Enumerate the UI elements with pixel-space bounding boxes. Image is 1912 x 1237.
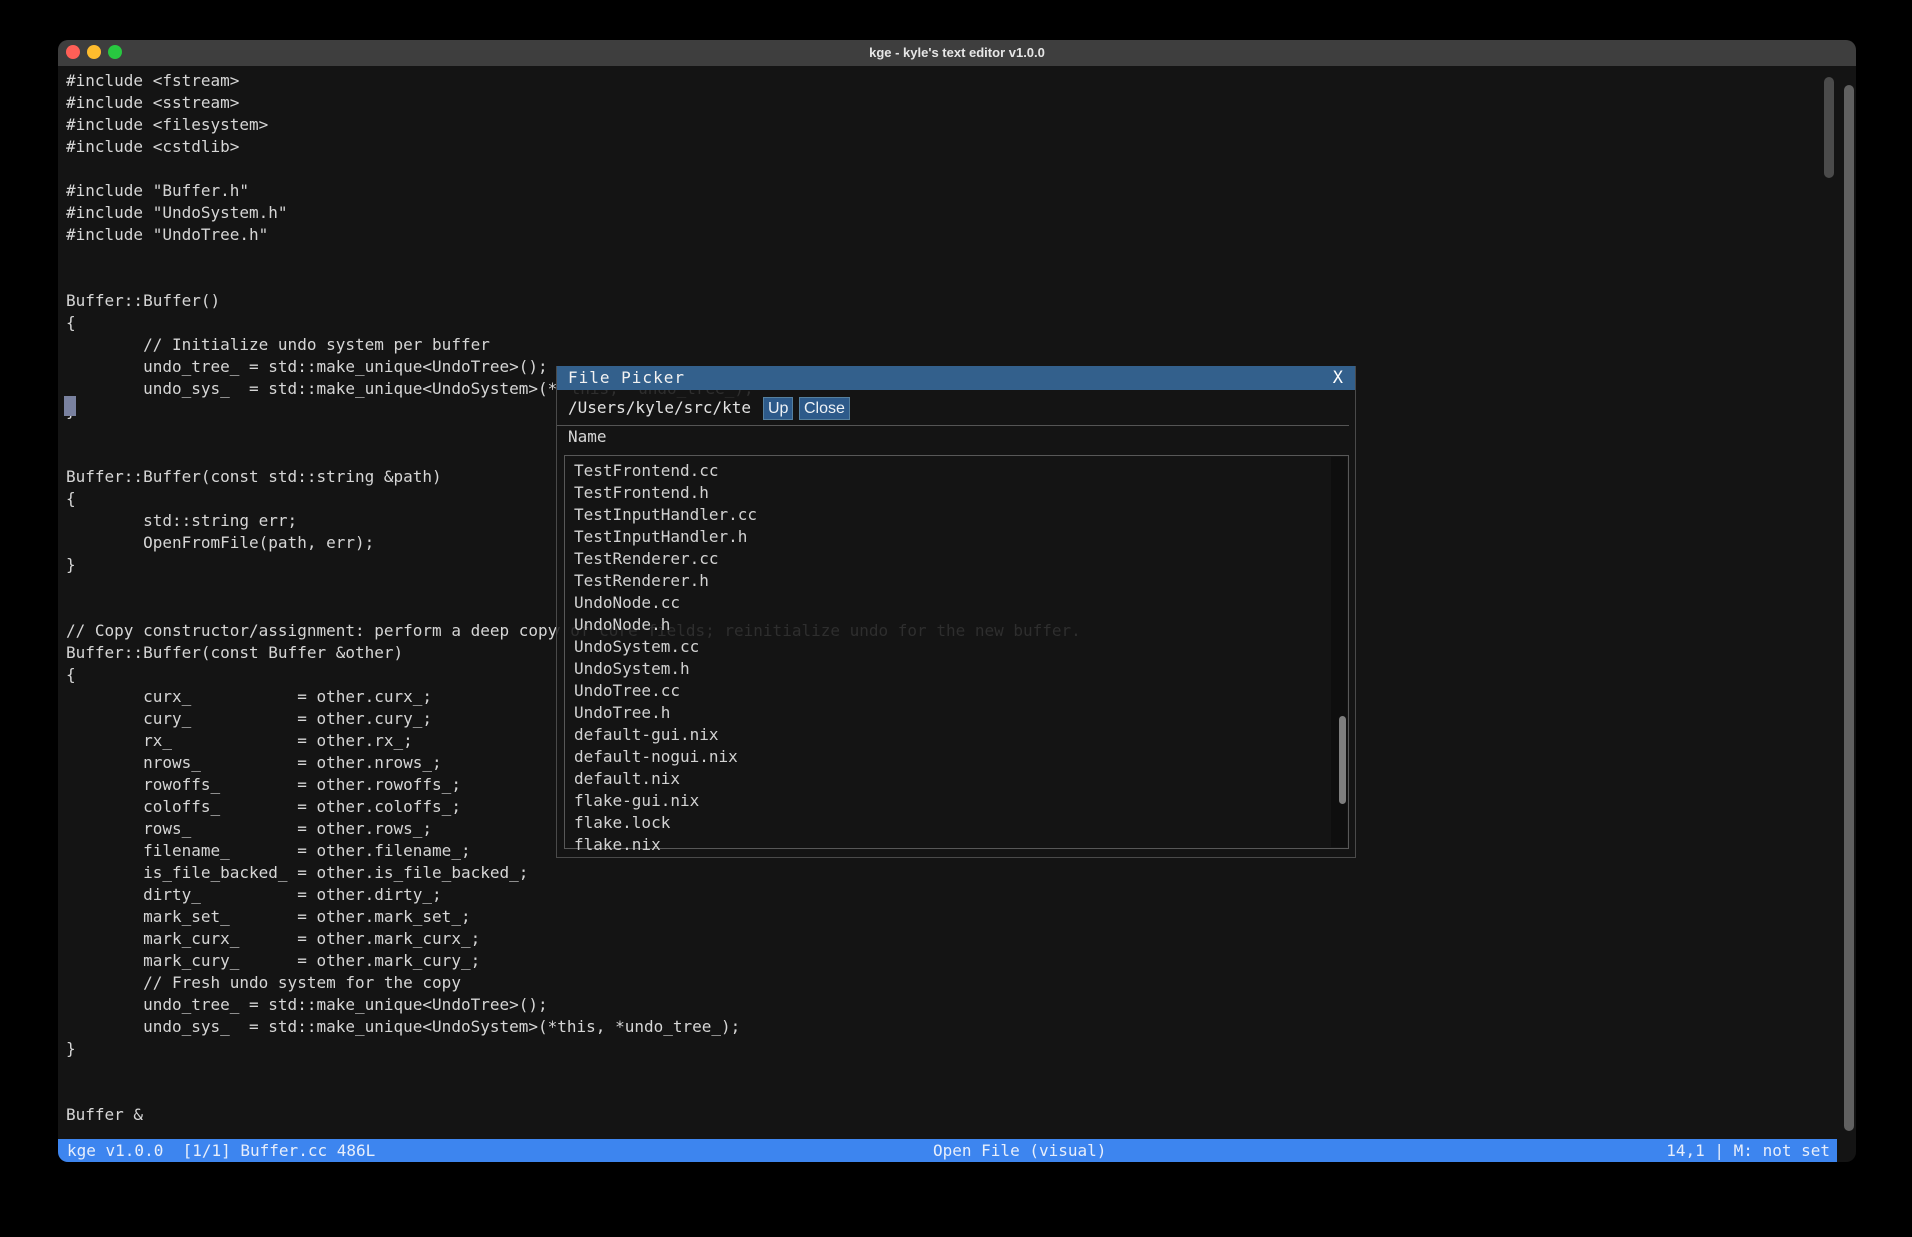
status-bar: kge v1.0.0 [1/1] Buffer.cc 486L Open Fil… bbox=[58, 1139, 1837, 1162]
file-picker-dialog: *this, *undo_tree_); y of core fields; r… bbox=[556, 366, 1356, 858]
code-line bbox=[66, 158, 1077, 180]
code-line: #include <fstream> bbox=[66, 70, 1077, 92]
file-row[interactable]: UndoTree.h bbox=[574, 702, 757, 724]
code-line: undo_tree_ = std::make_unique<UndoTree>(… bbox=[66, 994, 1077, 1016]
file-row[interactable]: UndoSystem.cc bbox=[574, 636, 757, 658]
dialog-titlebar[interactable]: File Picker X bbox=[557, 366, 1355, 390]
divider bbox=[557, 425, 1349, 426]
code-line bbox=[66, 1060, 1077, 1082]
code-line: #include "UndoSystem.h" bbox=[66, 202, 1077, 224]
name-column-header: Name bbox=[568, 426, 607, 448]
code-line: Buffer & bbox=[66, 1104, 1077, 1126]
desktop: kge - kyle's text editor v1.0.0 #include… bbox=[0, 0, 1912, 1237]
code-line bbox=[66, 246, 1077, 268]
file-row[interactable]: TestInputHandler.cc bbox=[574, 504, 757, 526]
file-row[interactable]: UndoNode.cc bbox=[574, 592, 757, 614]
path-row: /Users/kyle/src/kte Up Close bbox=[557, 390, 1355, 425]
code-line: #include <filesystem> bbox=[66, 114, 1077, 136]
code-line: mark_cury_ = other.mark_cury_; bbox=[66, 950, 1077, 972]
file-row[interactable]: default.nix bbox=[574, 768, 757, 790]
code-line: // Fresh undo system for the copy bbox=[66, 972, 1077, 994]
code-line: undo_sys_ = std::make_unique<UndoSystem>… bbox=[66, 1016, 1077, 1038]
code-line bbox=[66, 1082, 1077, 1104]
code-line bbox=[66, 268, 1077, 290]
code-line: mark_curx_ = other.mark_curx_; bbox=[66, 928, 1077, 950]
file-row[interactable]: flake.lock bbox=[574, 812, 757, 834]
file-row[interactable]: TestInputHandler.h bbox=[574, 526, 757, 548]
window-scrollbar[interactable] bbox=[1844, 85, 1854, 1131]
code-line: is_file_backed_ = other.is_file_backed_; bbox=[66, 862, 1077, 884]
file-row[interactable]: TestFrontend.cc bbox=[574, 460, 757, 482]
file-row[interactable]: UndoNode.h bbox=[574, 614, 757, 636]
dialog-title: File Picker bbox=[568, 366, 685, 390]
window-title: kge - kyle's text editor v1.0.0 bbox=[58, 40, 1856, 66]
status-mode: Open File (visual) bbox=[933, 1139, 1106, 1162]
status-cursor-position: 14,1 | M: not set bbox=[1666, 1139, 1830, 1162]
file-row[interactable]: UndoTree.cc bbox=[574, 680, 757, 702]
current-path: /Users/kyle/src/kte bbox=[568, 397, 751, 419]
code-line: #include <cstdlib> bbox=[66, 136, 1077, 158]
list-scrollbar-thumb[interactable] bbox=[1339, 716, 1346, 804]
dialog-close-icon[interactable]: X bbox=[1333, 366, 1343, 390]
file-row[interactable]: flake-gui.nix bbox=[574, 790, 757, 812]
code-line: #include <sstream> bbox=[66, 92, 1077, 114]
up-button[interactable]: Up bbox=[763, 397, 793, 420]
file-list[interactable]: TestFrontend.ccTestFrontend.hTestInputHa… bbox=[564, 455, 1349, 849]
file-row[interactable]: default-nogui.nix bbox=[574, 746, 757, 768]
code-line: } bbox=[66, 1038, 1077, 1060]
file-rows: TestFrontend.ccTestFrontend.hTestInputHa… bbox=[574, 460, 757, 856]
status-left: kge v1.0.0 [1/1] Buffer.cc 486L bbox=[67, 1139, 375, 1162]
code-line: #include "UndoTree.h" bbox=[66, 224, 1077, 246]
app-window: kge - kyle's text editor v1.0.0 #include… bbox=[58, 40, 1856, 1162]
text-cursor bbox=[64, 396, 76, 416]
file-row[interactable]: flake.nix bbox=[574, 834, 757, 856]
code-line: // Initialize undo system per buffer bbox=[66, 334, 1077, 356]
code-line: #include "Buffer.h" bbox=[66, 180, 1077, 202]
close-button[interactable]: Close bbox=[799, 397, 850, 420]
file-row[interactable]: UndoSystem.h bbox=[574, 658, 757, 680]
file-row[interactable]: TestRenderer.h bbox=[574, 570, 757, 592]
code-line: { bbox=[66, 312, 1077, 334]
code-line: dirty_ = other.dirty_; bbox=[66, 884, 1077, 906]
editor-scrollbar-thumb[interactable] bbox=[1824, 77, 1834, 178]
file-row[interactable]: default-gui.nix bbox=[574, 724, 757, 746]
code-line: mark_set_ = other.mark_set_; bbox=[66, 906, 1077, 928]
file-row[interactable]: TestFrontend.h bbox=[574, 482, 757, 504]
window-titlebar[interactable]: kge - kyle's text editor v1.0.0 bbox=[58, 40, 1856, 66]
code-line: Buffer::Buffer() bbox=[66, 290, 1077, 312]
file-row[interactable]: TestRenderer.cc bbox=[574, 548, 757, 570]
